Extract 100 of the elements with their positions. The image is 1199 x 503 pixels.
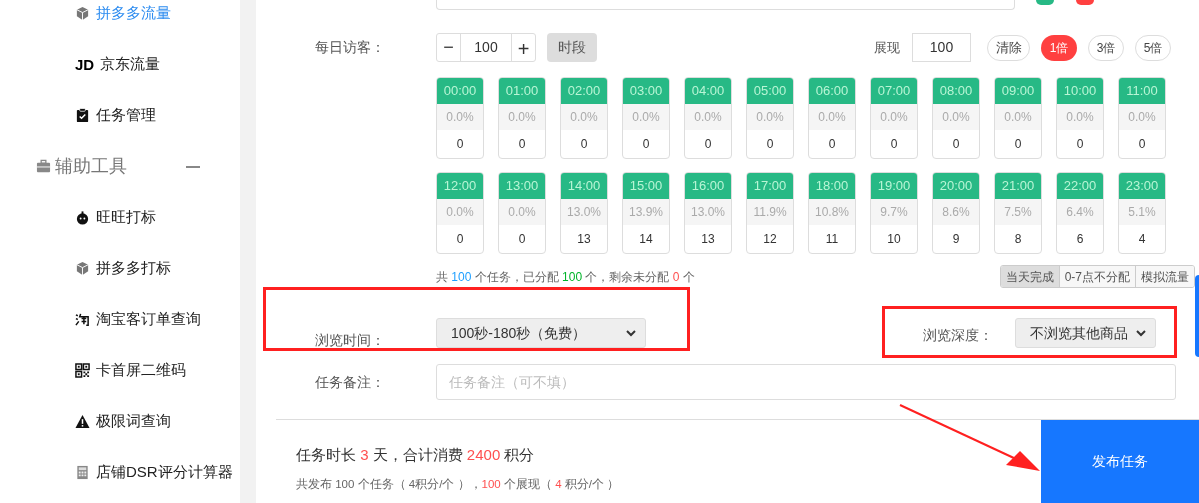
hour-count: 0 <box>455 231 465 248</box>
sidebar-item[interactable]: 拼多多流量 <box>0 0 240 39</box>
hour-percent: 0.0% <box>871 104 917 130</box>
number-stepper[interactable]: − 100 + <box>436 33 536 62</box>
sidebar-item[interactable]: 店铺DSR评分计算器 <box>0 447 240 498</box>
field-label: 任务备注： <box>314 372 386 392</box>
hour-percent: 0.0% <box>561 104 607 130</box>
clipboard-icon <box>75 108 90 123</box>
hour-label: 03:00 <box>623 78 669 104</box>
calculator-icon <box>75 465 90 480</box>
hour-count: 0 <box>455 136 465 153</box>
display-label: 展现 <box>874 38 900 57</box>
cube-icon <box>75 6 90 21</box>
hour-percent: 0.0% <box>685 104 731 130</box>
display-field[interactable]: 100 <box>912 33 971 62</box>
time-period-button[interactable]: 时段 <box>547 33 597 62</box>
hour-count: 0 <box>1075 136 1085 153</box>
hour-count: 13 <box>576 231 592 248</box>
sidebar-item[interactable]: JD 京东流量 <box>0 39 240 90</box>
mode-toggle[interactable]: 模拟流量 <box>1135 266 1194 287</box>
hour-percent: 0.0% <box>499 199 545 225</box>
minus-button[interactable]: − <box>437 34 461 61</box>
stepper-value: 100 <box>473 38 499 57</box>
allocation-summary: 共 100 个任务，已分配 100 个，剩余未分配 0 个 <box>436 268 695 286</box>
hour-percent: 0.0% <box>1119 104 1165 130</box>
bomb-icon <box>75 210 90 225</box>
field-label: 浏览深度： <box>923 326 993 345</box>
plus-button[interactable]: + <box>511 34 535 61</box>
hour-label: 08:00 <box>933 78 979 104</box>
hour-percent: 13.0% <box>561 199 607 225</box>
hour-percent: 7.5% <box>995 199 1041 225</box>
hour-count: 0 <box>703 136 713 153</box>
hour-count: 0 <box>1137 136 1147 153</box>
hour-count: 0 <box>517 231 527 248</box>
collapse-icon <box>186 165 200 168</box>
text-field[interactable] <box>436 0 1015 10</box>
hour-percent: 0.0% <box>499 104 545 130</box>
hour-percent: 0.0% <box>1057 104 1103 130</box>
hour-label: 12:00 <box>437 173 483 199</box>
hour-count: 0 <box>951 136 961 153</box>
sidebar-item[interactable]: 旺旺打标 <box>0 192 240 243</box>
hour-percent: 8.6% <box>933 199 979 225</box>
hour-count: 6 <box>1075 231 1085 248</box>
hour-percent: 0.0% <box>809 104 855 130</box>
hour-label: 19:00 <box>871 173 917 199</box>
hour-count: 14 <box>638 231 654 248</box>
hour-label: 17:00 <box>747 173 793 199</box>
chevron-down-icon <box>625 327 637 339</box>
hour-label: 10:00 <box>1057 78 1103 104</box>
hour-percent: 0.0% <box>623 104 669 130</box>
hour-count: 9 <box>951 231 961 248</box>
hour-label: 04:00 <box>685 78 731 104</box>
jd-icon: JD <box>75 57 95 72</box>
hour-label: 05:00 <box>747 78 793 104</box>
sidebar-section[interactable]: 辅助工具 <box>0 141 240 192</box>
field-label: 浏览时间： <box>314 330 386 350</box>
sidebar-item[interactable]: 任务管理 <box>0 90 240 141</box>
hour-count: 0 <box>765 136 775 153</box>
hour-percent: 11.9% <box>747 199 793 225</box>
sidebar-item[interactable]: 极限词查询 <box>0 396 240 447</box>
hour-percent: 13.9% <box>623 199 669 225</box>
hour-percent: 13.0% <box>685 199 731 225</box>
sidebar-item[interactable]: 拼多多打标 <box>0 243 240 294</box>
hour-label: 00:00 <box>437 78 483 104</box>
hour-label: 13:00 <box>499 173 545 199</box>
hour-count: 0 <box>517 136 527 153</box>
sidebar-item[interactable]: 淘宝客订单查询 <box>0 294 240 345</box>
hour-percent: 0.0% <box>437 104 483 130</box>
publish-button[interactable]: 发布任务 <box>1041 420 1199 503</box>
hour-count: 12 <box>762 231 778 248</box>
hour-label: 20:00 <box>933 173 979 199</box>
remarks-field[interactable]: 任务备注（可不填） <box>436 364 1176 400</box>
browse-depth-select[interactable]: 不浏览其他商品 <box>1015 318 1156 348</box>
browse-time-select[interactable]: 100秒-180秒（免费） <box>436 318 646 348</box>
hour-label: 23:00 <box>1119 173 1165 199</box>
hour-label: 18:00 <box>809 173 855 199</box>
mode-toggle[interactable]: 0-7点不分配 <box>1058 266 1135 287</box>
hour-label: 09:00 <box>995 78 1041 104</box>
hour-count: 0 <box>827 136 837 153</box>
hour-count: 13 <box>700 231 716 248</box>
taobao-icon <box>75 312 90 327</box>
hour-percent: 6.4% <box>1057 199 1103 225</box>
hour-percent: 0.0% <box>933 104 979 130</box>
hour-label: 22:00 <box>1057 173 1103 199</box>
hour-label: 07:00 <box>871 78 917 104</box>
hour-count: 0 <box>1013 136 1023 153</box>
cost-detail: 共发布 100 个任务（ 4积分/个 ），100 个展现（ 4 积分/个 ） <box>296 476 621 492</box>
hour-label: 06:00 <box>809 78 855 104</box>
hour-percent: 0.0% <box>995 104 1041 130</box>
sidebar-item[interactable]: 卡首屏二维码 <box>0 345 240 396</box>
hour-count: 10 <box>886 231 902 248</box>
briefcase-icon <box>36 159 51 174</box>
hour-count: 0 <box>579 136 589 153</box>
hour-percent: 5.1% <box>1119 199 1165 225</box>
mode-toggle[interactable]: 当天完成 <box>1000 266 1059 287</box>
qr-code-icon <box>75 363 90 378</box>
hour-count: 0 <box>641 136 651 153</box>
hour-label: 16:00 <box>685 173 731 199</box>
hour-label: 15:00 <box>623 173 669 199</box>
hour-count: 8 <box>1013 231 1023 248</box>
